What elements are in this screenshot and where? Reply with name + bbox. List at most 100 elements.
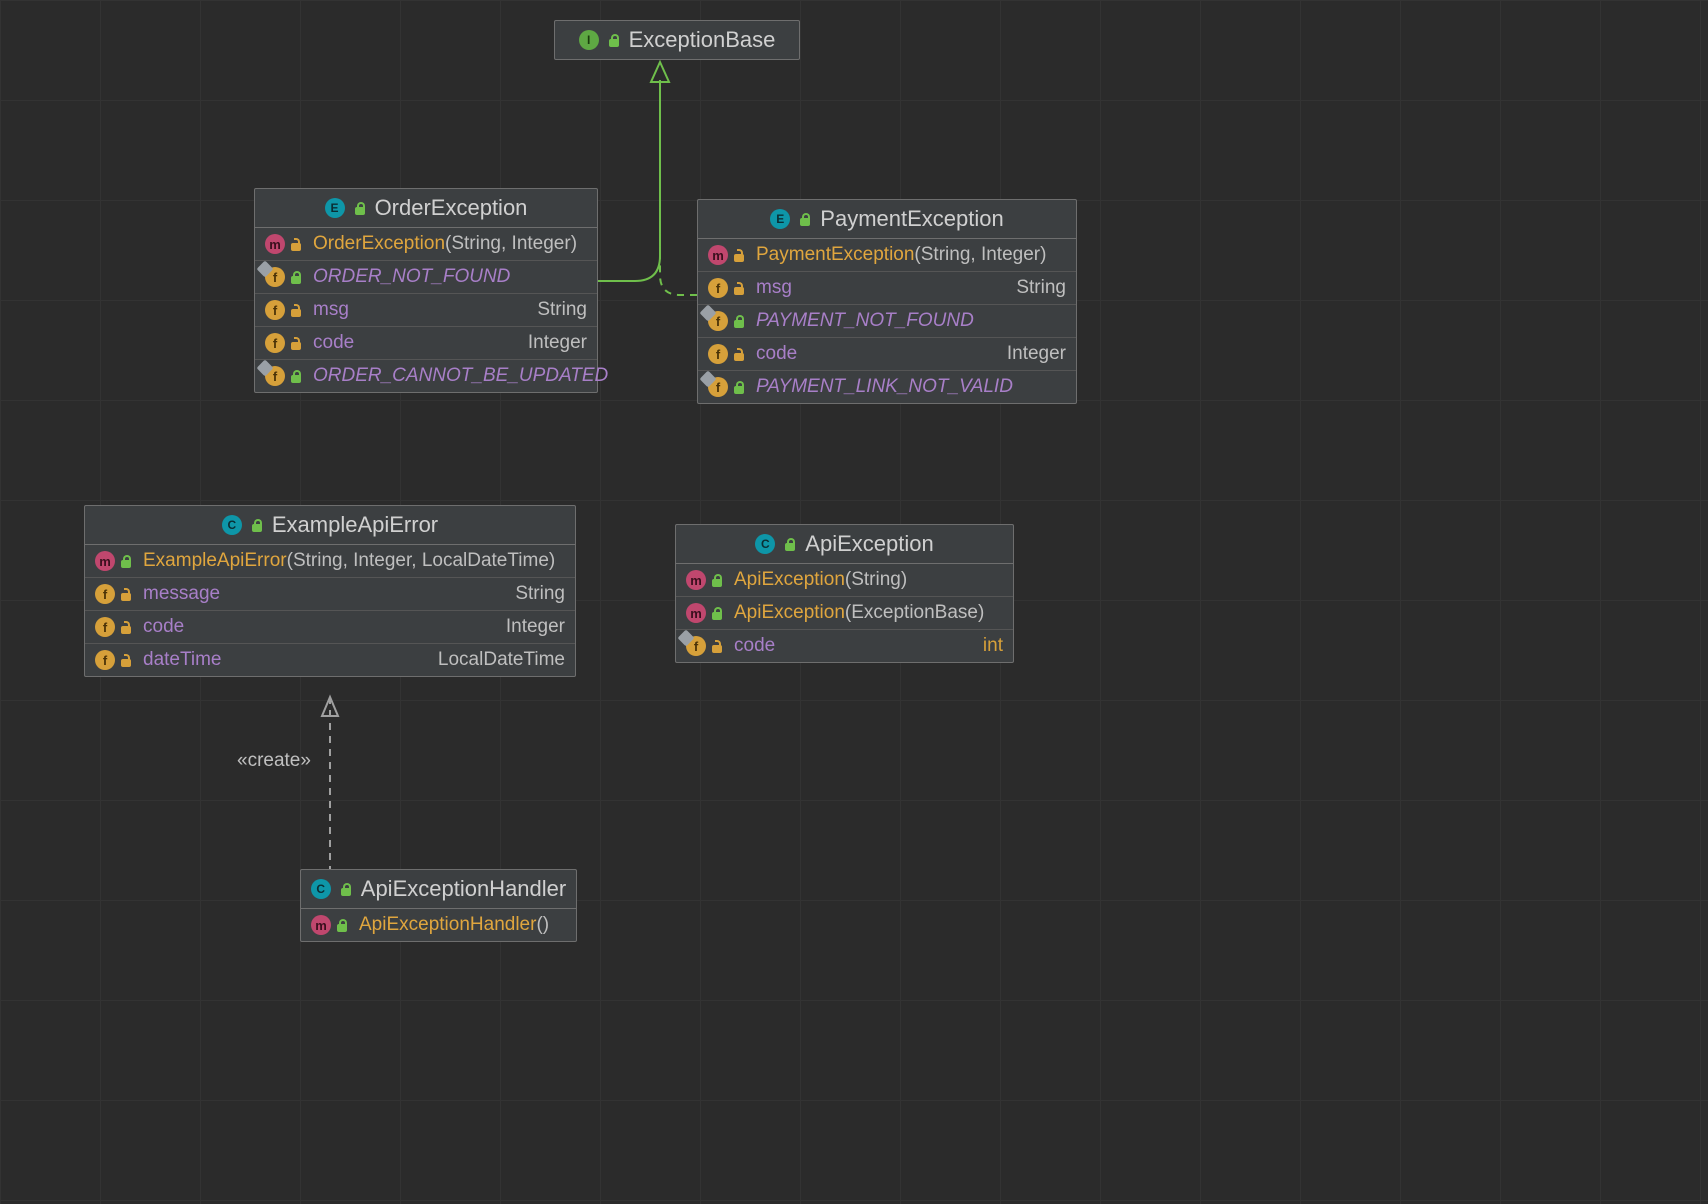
field-type: LocalDateTime: [438, 649, 565, 671]
field-name: msg: [756, 277, 792, 299]
constant-row: ORDER_NOT_FOUND: [255, 260, 597, 293]
lock-icon: [289, 236, 303, 252]
ctor-name: PaymentException: [756, 244, 914, 265]
field-name: code: [734, 635, 775, 657]
lock-icon: [607, 32, 621, 48]
lock-icon: [289, 368, 303, 384]
class-title: PaymentException: [820, 206, 1003, 232]
param-type: String: [293, 550, 343, 571]
constant-row: PAYMENT_NOT_FOUND: [698, 304, 1076, 337]
class-icon: [222, 515, 242, 535]
class-title: ExceptionBase: [629, 27, 776, 53]
constructor-row: OrderException(String, Integer): [255, 228, 597, 260]
interface-icon: [579, 30, 599, 50]
lock-icon: [339, 881, 353, 897]
field-icon: [265, 300, 285, 320]
class-title-row: OrderException: [255, 189, 597, 228]
field-name: msg: [313, 299, 349, 321]
field-row: msg String: [698, 271, 1076, 304]
field-icon: [708, 344, 728, 364]
lock-icon: [732, 247, 746, 263]
lock-icon: [119, 586, 133, 602]
field-name: code: [756, 343, 797, 365]
class-icon: [755, 534, 775, 554]
param-type: String: [921, 244, 971, 265]
field-row: dateTime LocalDateTime: [85, 643, 575, 676]
field-row: code Integer: [85, 610, 575, 643]
class-payment-exception[interactable]: PaymentException PaymentException(String…: [697, 199, 1077, 404]
ctor-name: ExampleApiError: [143, 550, 287, 571]
constant-row: PAYMENT_LINK_NOT_VALID: [698, 370, 1076, 403]
enum-icon: [325, 198, 345, 218]
class-title-row: ApiExceptionHandler: [301, 870, 576, 909]
field-name: dateTime: [143, 649, 222, 671]
constant-name: ORDER_CANNOT_BE_UPDATED: [313, 365, 608, 387]
field-icon: [95, 617, 115, 637]
create-stereotype-label: «create»: [237, 750, 311, 772]
method-icon: [686, 603, 706, 623]
ctor-name: ApiExceptionHandler: [359, 914, 536, 935]
class-title-row: ApiException: [676, 525, 1013, 564]
lock-icon: [710, 605, 724, 621]
class-title-row: ExampleApiError: [85, 506, 575, 545]
class-order-exception[interactable]: OrderException OrderException(String, In…: [254, 188, 598, 393]
class-title-row: ExceptionBase: [555, 21, 799, 59]
field-type: int: [983, 635, 1003, 657]
diagram-canvas[interactable]: ExceptionBase OrderException OrderExcept…: [0, 0, 1708, 1204]
field-row: code Integer: [698, 337, 1076, 370]
field-icon: [708, 278, 728, 298]
class-title-row: PaymentException: [698, 200, 1076, 239]
method-icon: [708, 245, 728, 265]
class-title: ApiException: [805, 531, 933, 557]
class-title: ApiExceptionHandler: [361, 876, 566, 902]
constructor-row: ApiException(ExceptionBase): [676, 596, 1013, 629]
lock-icon: [289, 335, 303, 351]
field-type: String: [515, 583, 565, 605]
param-type: String: [451, 233, 501, 254]
method-icon: [95, 551, 115, 571]
lock-icon: [710, 572, 724, 588]
lock-icon: [783, 536, 797, 552]
field-icon: [265, 333, 285, 353]
field-row: code Integer: [255, 326, 597, 359]
constant-name: PAYMENT_LINK_NOT_VALID: [756, 376, 1013, 398]
lock-icon: [289, 269, 303, 285]
method-icon: [265, 234, 285, 254]
lock-icon: [119, 619, 133, 635]
field-type: Integer: [1007, 343, 1066, 365]
field-type: Integer: [528, 332, 587, 354]
constant-name: ORDER_NOT_FOUND: [313, 266, 510, 288]
param-type: Integer: [512, 233, 571, 254]
field-row: msg String: [255, 293, 597, 326]
field-icon: [95, 650, 115, 670]
lock-icon: [732, 379, 746, 395]
lock-icon: [798, 211, 812, 227]
ctor-name: ApiException: [734, 569, 845, 590]
class-api-exception[interactable]: ApiException ApiException(String): [675, 524, 1014, 663]
field-name: code: [313, 332, 354, 354]
param-type: Integer: [353, 550, 411, 571]
ctor-name: OrderException: [313, 233, 445, 254]
param-type: LocalDateTime: [422, 550, 549, 571]
class-example-api-error[interactable]: ExampleApiError ExampleApiError(String, …: [84, 505, 576, 677]
class-exception-base[interactable]: ExceptionBase: [554, 20, 800, 60]
field-name: code: [143, 616, 184, 638]
method-icon: [311, 915, 331, 935]
ctor-name: ApiException: [734, 602, 845, 623]
field-type: String: [537, 299, 587, 321]
field-name: message: [143, 583, 220, 605]
constructor-row: ExampleApiError(String, Integer, LocalDa…: [85, 545, 575, 577]
field-type: Integer: [506, 616, 565, 638]
constructor-row: PaymentException(String, Integer): [698, 239, 1076, 271]
lock-icon: [732, 280, 746, 296]
field-row: message String: [85, 577, 575, 610]
field-icon: [95, 584, 115, 604]
class-api-exception-handler[interactable]: ApiExceptionHandler ApiExceptionHandler(…: [300, 869, 577, 942]
constructor-row: ApiExceptionHandler(): [301, 909, 576, 941]
lock-icon: [732, 346, 746, 362]
lock-icon: [250, 517, 264, 533]
lock-icon: [710, 638, 724, 654]
param-type: ExceptionBase: [851, 602, 978, 623]
param-type: String: [851, 569, 901, 590]
class-title: OrderException: [375, 195, 528, 221]
